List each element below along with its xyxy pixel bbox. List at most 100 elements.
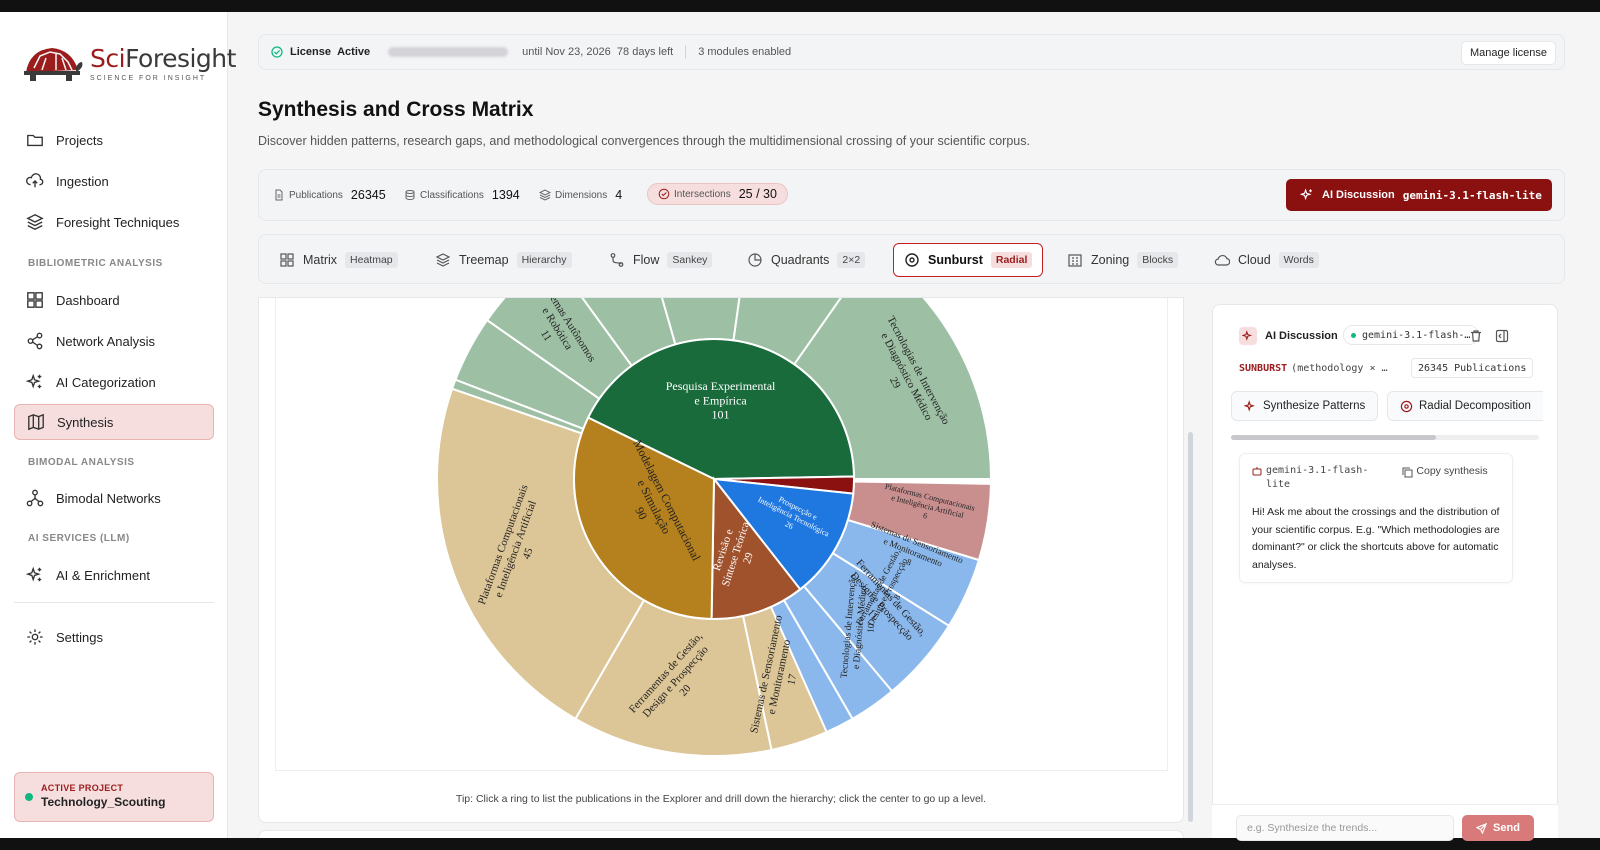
message-text: Hi! Ask me about the crossings and the d…	[1252, 506, 1500, 571]
stat-label: Publications	[289, 189, 343, 201]
sidebar-item-label: Ingestion	[56, 173, 109, 189]
stats-bar: Publications 26345 Classifications 1394 …	[258, 169, 1565, 221]
tab-sub-badge: Heatmap	[345, 252, 398, 268]
stat-value: 4	[615, 188, 623, 202]
check-circle-icon	[271, 46, 283, 58]
cloud-icon	[1214, 254, 1230, 266]
tab-cloud[interactable]: Cloud Words	[1204, 243, 1329, 277]
tab-sub-badge: 2×2	[837, 252, 866, 268]
page-subtitle: Discover hidden patterns, research gaps,…	[258, 134, 1030, 148]
sidebar-item-label: Foresight Techniques	[56, 214, 180, 230]
sidebar-item-synthesis[interactable]: Synthesis	[14, 404, 214, 440]
license-modules: 3 modules enabled	[698, 46, 792, 58]
shortcut-scrollbar[interactable]	[1231, 435, 1539, 440]
grid-icon	[280, 253, 294, 267]
building-icon	[1068, 254, 1082, 267]
tab-label: Cloud	[1238, 253, 1271, 267]
sidebar-item-label: AI & Enrichment	[56, 567, 150, 583]
button-label: Radial Decomposition	[1419, 400, 1531, 412]
stat-value: 26345	[350, 188, 386, 202]
sparkles-icon	[26, 373, 42, 389]
sidebar-item-settings[interactable]: Settings	[14, 619, 214, 655]
sidebar-item-network-analysis[interactable]: Network Analysis	[14, 323, 214, 359]
dashboard-icon	[27, 292, 43, 308]
scroll-thumb[interactable]	[1231, 435, 1436, 440]
context-dims: (methodology × …	[1291, 363, 1388, 374]
brand-name: SciForesight	[90, 44, 236, 73]
tab-flow[interactable]: Flow Sankey	[599, 243, 722, 277]
tab-label: Zoning	[1091, 253, 1130, 267]
database-icon	[405, 190, 415, 201]
sunburst-viewport: Pesquisa Experimental e Empírica 101 Modela…	[275, 298, 1168, 771]
tab-label: Sunburst	[928, 253, 983, 267]
brand-logo[interactable]: SciForesight SCIENCE FOR INSIGHT	[20, 42, 236, 84]
copy-icon	[1402, 467, 1413, 478]
tab-sub-badge: Blocks	[1137, 252, 1179, 268]
license-until: until Nov 23, 2026	[522, 46, 611, 58]
tab-sunburst[interactable]: Sunburst Radial	[893, 243, 1044, 277]
button-label: Synthesize Patterns	[1263, 400, 1366, 412]
sunburst-panel: Pesquisa Experimental e Empírica 101 Modela…	[258, 297, 1184, 823]
stat-value: 25 / 30	[738, 187, 777, 201]
manage-license-button[interactable]: Manage license	[1460, 41, 1556, 65]
tab-treemap[interactable]: Treemap Hierarchy	[425, 243, 582, 277]
stat-dimensions: Dimensions 4	[539, 188, 622, 202]
assistant-message: gemini-3.1-flash-lite Copy synthesis Hi!…	[1239, 453, 1513, 583]
copy-label: Copy synthesis	[1416, 465, 1488, 477]
stat-intersections[interactable]: Intersections 25 / 30	[647, 183, 788, 205]
message-model-name: gemini-3.1-flash-lite	[1266, 465, 1369, 490]
network-icon	[26, 489, 44, 507]
stat-label: Dimensions	[555, 189, 608, 201]
tab-matrix[interactable]: Matrix Heatmap	[269, 243, 408, 277]
sidebar-item-ai-enrichment[interactable]: AI & Enrichment	[14, 557, 214, 593]
ai-panel-header: AI Discussion	[1239, 327, 1338, 345]
tab-quadrants[interactable]: Quadrants 2×2	[737, 243, 875, 277]
layers-icon	[539, 189, 551, 201]
sidebar-divider	[14, 602, 214, 603]
trash-icon[interactable]	[1469, 329, 1483, 343]
next-panel-edge	[258, 830, 1184, 838]
radial-decomposition-button[interactable]: Radial Decomposition	[1387, 391, 1543, 421]
active-project-card[interactable]: ACTIVE PROJECT Technology_Scouting	[14, 772, 214, 822]
collapse-panel-icon[interactable]	[1495, 329, 1509, 343]
sidebar-item-dashboard[interactable]: Dashboard	[14, 282, 214, 318]
section-bimodal: BIMODAL ANALYSIS	[28, 457, 135, 468]
sidebar-item-foresight-techniques[interactable]: Foresight Techniques	[14, 204, 214, 240]
sidebar-item-projects[interactable]: Projects	[14, 122, 214, 158]
copy-synthesis-button[interactable]: Copy synthesis	[1402, 464, 1502, 478]
license-label: License	[290, 46, 331, 58]
stat-publications: Publications 26345	[273, 188, 386, 202]
synthesize-patterns-button[interactable]: Synthesize Patterns	[1231, 391, 1379, 421]
ai-discussion-button[interactable]: AI Discussion gemini-3.1-flash-lite	[1286, 179, 1552, 211]
pie-icon	[748, 253, 762, 267]
turtle-logo-icon	[24, 48, 83, 81]
license-bar: License Active until Nov 23, 2026 78 day…	[258, 34, 1565, 70]
ai-panel-title: AI Discussion	[1265, 330, 1338, 342]
layers-icon	[26, 214, 44, 230]
tab-zoning[interactable]: Zoning Blocks	[1057, 243, 1188, 277]
stat-value: 1394	[491, 188, 520, 202]
sidebar-item-label: AI Categorization	[56, 374, 156, 390]
check-circle-icon	[658, 188, 670, 200]
sidebar-item-label: Dashboard	[56, 292, 120, 308]
message-model: gemini-3.1-flash-lite	[1252, 464, 1372, 492]
sidebar-item-bimodal-networks[interactable]: Bimodal Networks	[14, 480, 214, 516]
sparkles-icon	[1244, 399, 1255, 412]
sidebar-item-ingestion[interactable]: Ingestion	[14, 163, 214, 199]
share-icon	[27, 332, 43, 350]
tab-sub-badge: Hierarchy	[516, 252, 572, 268]
tab-label: Quadrants	[771, 253, 830, 267]
sidebar-item-ai-categorization[interactable]: AI Categorization	[14, 364, 214, 400]
stat-classifications: Classifications 1394	[404, 188, 520, 202]
sunburst-chart[interactable]: Pesquisa Experimental e Empírica 101Modela…	[276, 298, 1168, 771]
send-button[interactable]: Send	[1462, 815, 1534, 841]
chat-input-row: e.g. Synthesize the trends... Send	[1212, 804, 1558, 841]
target-icon	[1400, 400, 1413, 412]
license-status: Active	[337, 46, 371, 58]
model-selector[interactable]: gemini-3.1-flash-…	[1343, 325, 1480, 345]
chat-input[interactable]: e.g. Synthesize the trends...	[1236, 815, 1454, 841]
document-icon	[275, 189, 283, 201]
vertical-scrollbar[interactable]	[1188, 432, 1193, 822]
brand-tagline: SCIENCE FOR INSIGHT	[90, 75, 207, 82]
page-title: Synthesis and Cross Matrix	[258, 98, 534, 121]
